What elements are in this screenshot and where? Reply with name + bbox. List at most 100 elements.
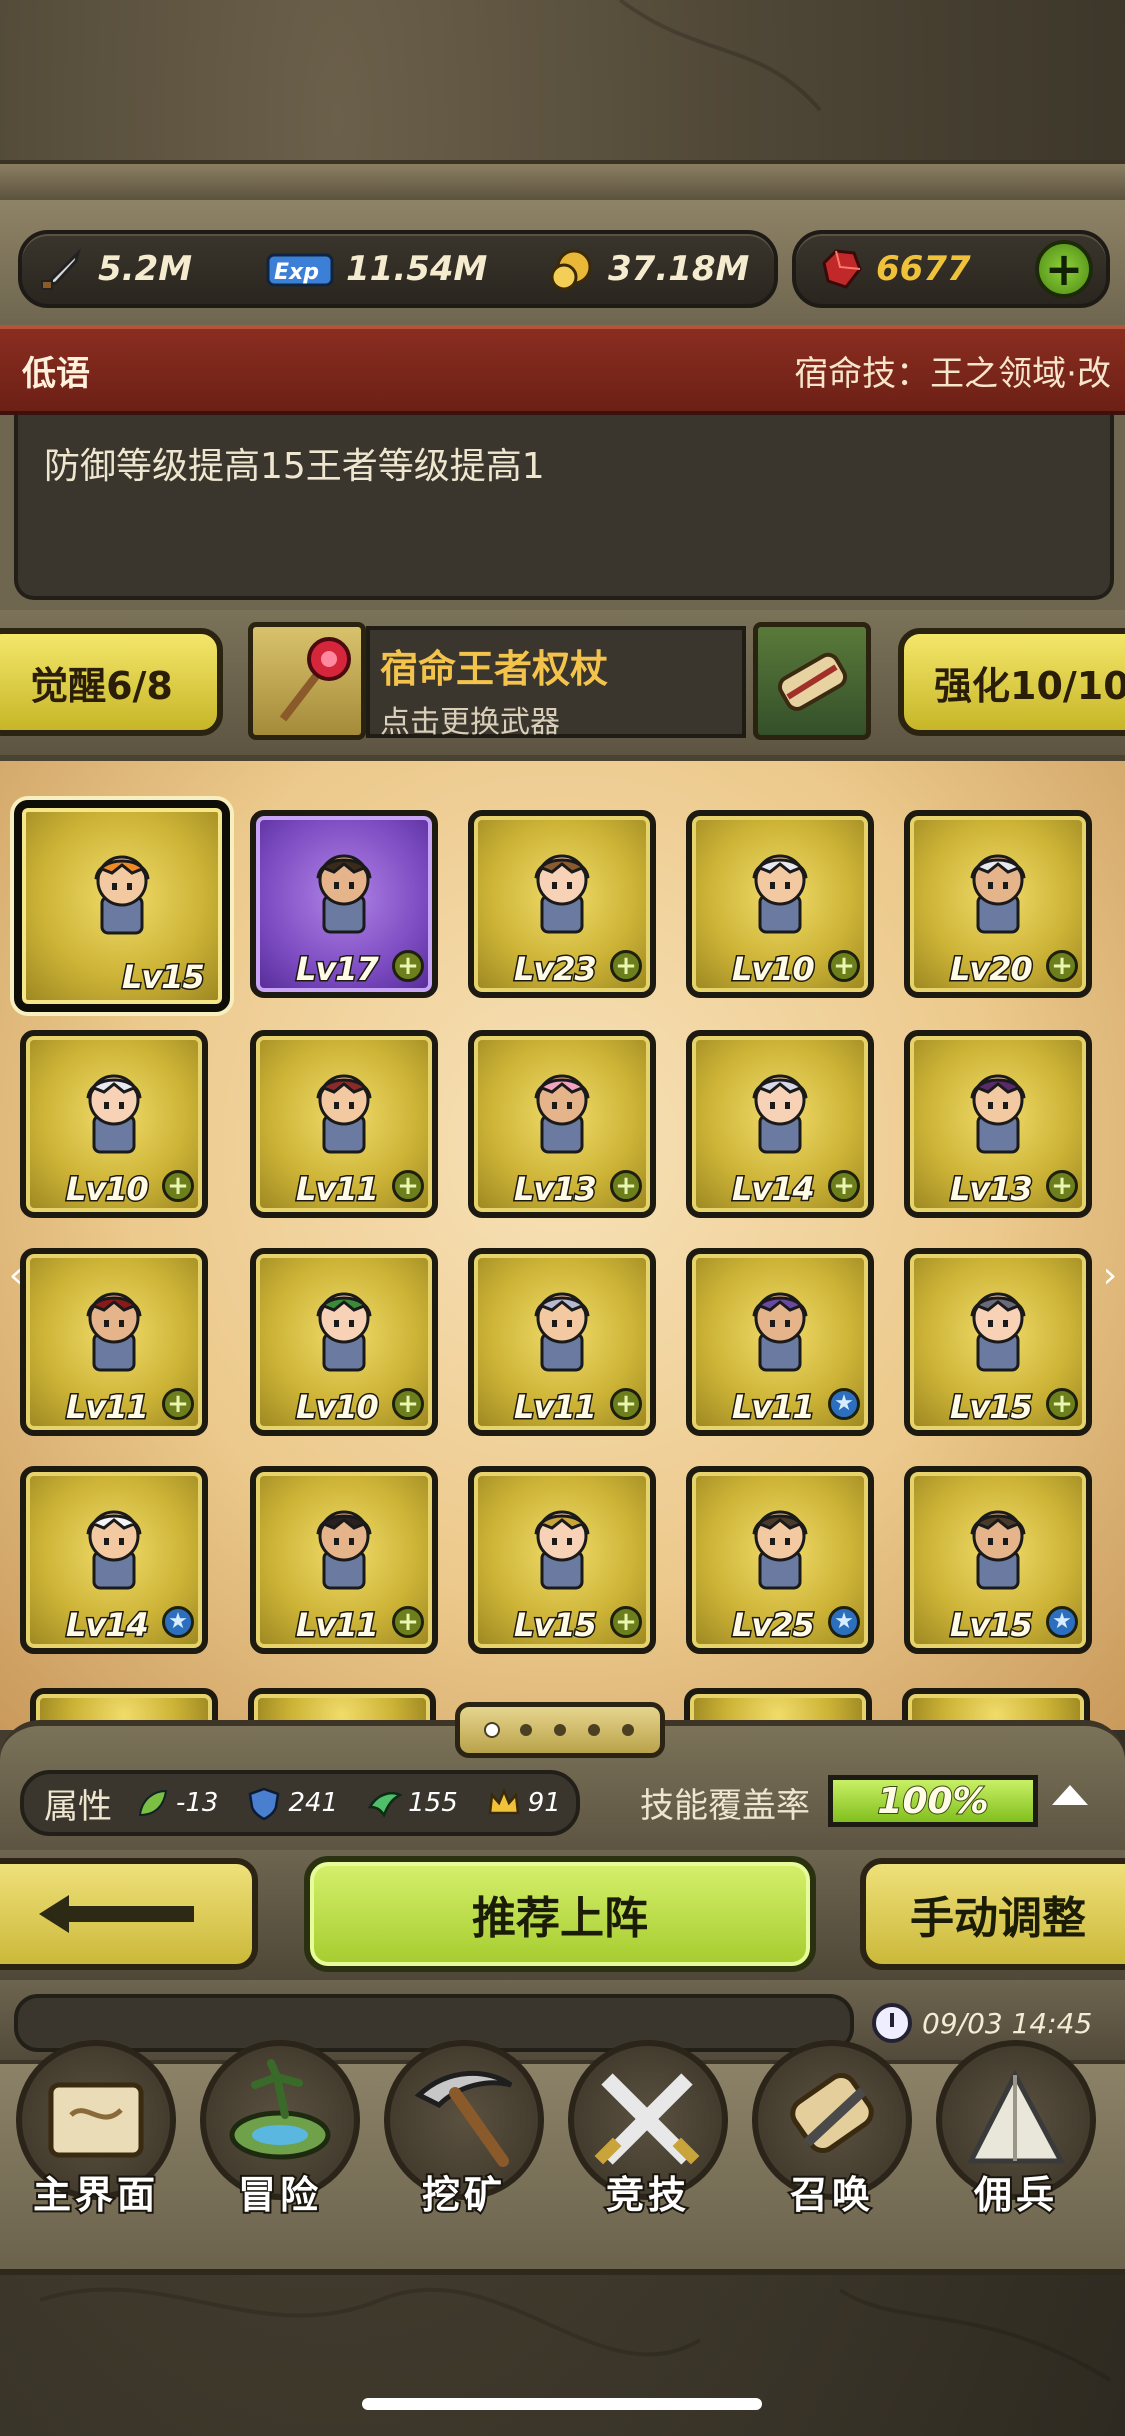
speed-stat: 155 (366, 1785, 458, 1821)
hero-portrait-icon (534, 854, 590, 934)
hero-portrait-icon (316, 1292, 372, 1372)
hero-card[interactable]: Lv14 ★ (20, 1466, 208, 1654)
crown-icon (488, 1787, 520, 1815)
hero-card[interactable]: Lv15 ★ (904, 1466, 1092, 1654)
page-indicator[interactable] (455, 1702, 665, 1758)
hero-card[interactable]: Lv11 + (20, 1248, 208, 1436)
weapon-info[interactable]: 宿命王者权杖 点击更换武器 (366, 626, 746, 740)
upgrade-plus-icon: + (610, 1388, 642, 1420)
speed-value: 155 (408, 1788, 458, 1818)
hero-portrait-icon (970, 1292, 1026, 1372)
nav-item-3[interactable]: 竞技 (558, 2040, 738, 2250)
skill-coverage-value: 100% (876, 1780, 989, 1823)
home-indicator[interactable] (362, 2398, 762, 2410)
hero-level: Lv23 (513, 949, 599, 990)
hero-level: Lv25 (731, 1605, 817, 1646)
hero-portrait-icon (86, 1292, 142, 1372)
nav-item-5[interactable]: 佣兵 (926, 2040, 1106, 2250)
weapon-slot[interactable] (248, 622, 366, 740)
hero-portrait-icon (970, 1510, 1026, 1590)
exp-value: 11.54M (346, 249, 488, 289)
awaken-button[interactable]: 觉醒6/8 (0, 628, 223, 736)
hero-card[interactable]: Lv11 + (250, 1466, 438, 1654)
hero-card[interactable]: Lv15 (14, 800, 230, 1012)
datetime-text: 09/03 14:45 (922, 2006, 1093, 2040)
attribute-label: 属性 (44, 1786, 112, 1827)
attack-value: 5.2M (98, 249, 193, 289)
nav-item-1[interactable]: 冒险 (190, 2040, 370, 2250)
next-page-arrow[interactable]: › (1098, 1255, 1122, 1296)
recommend-lineup-button[interactable]: 推荐上阵 (304, 1856, 816, 1972)
exp-icon-text: Exp (274, 260, 319, 285)
hero-card[interactable]: Lv11 + (250, 1030, 438, 1218)
hero-card[interactable]: Lv23 + (468, 810, 656, 998)
hero-card[interactable]: Lv10 + (250, 1248, 438, 1436)
hero-title-bar: 低语 宿命技：王之领域·改 (0, 325, 1125, 415)
upgrade-plus-icon: + (392, 1388, 424, 1420)
star-badge-icon: ★ (162, 1606, 194, 1638)
effect-description-text: 防御等级提高15王者等级提高1 (44, 446, 545, 487)
hero-card[interactable]: Lv15 + (904, 1248, 1092, 1436)
nav-item-0[interactable]: 主界面 (6, 2040, 186, 2250)
hero-portrait-icon (970, 854, 1026, 934)
hero-level: Lv13 (513, 1169, 599, 1210)
manual-adjust-button[interactable]: 手动调整 (860, 1858, 1125, 1970)
page-dot[interactable] (622, 1724, 634, 1736)
hero-level: Lv11 (513, 1387, 599, 1428)
attack-resource: 5.2M (36, 238, 192, 300)
hero-level: Lv11 (731, 1387, 817, 1428)
star-badge-icon: ★ (1046, 1606, 1078, 1638)
hero-card[interactable]: Lv13 + (904, 1030, 1092, 1218)
hero-card[interactable]: Lv10 + (686, 810, 874, 998)
hero-portrait-icon (86, 1510, 142, 1590)
crown-value: 91 (527, 1788, 561, 1818)
upgrade-plus-icon: + (1046, 950, 1078, 982)
nav-label: 召唤 (788, 2171, 874, 2219)
hero-card[interactable]: Lv11 ★ (686, 1248, 874, 1436)
hero-card[interactable]: Lv10 + (20, 1030, 208, 1218)
hero-card[interactable]: Lv15 + (468, 1466, 656, 1654)
hero-portrait-icon (970, 1074, 1026, 1154)
hero-card[interactable]: Lv13 + (468, 1030, 656, 1218)
red-gem-icon (814, 243, 866, 295)
skill-coverage-label: 技能覆盖率 (640, 1786, 810, 1826)
hero-card[interactable]: Lv20 + (904, 810, 1092, 998)
page-dot[interactable] (554, 1724, 566, 1736)
page-dot[interactable] (486, 1724, 498, 1736)
upgrade-plus-icon: + (828, 1170, 860, 1202)
hero-level: Lv20 (949, 949, 1035, 990)
weapon-name: 宿命王者权杖 (380, 647, 609, 691)
skill-scroll-slot[interactable] (753, 622, 871, 740)
upgrade-plus-icon: + (162, 1170, 194, 1202)
nav-item-4[interactable]: 召唤 (742, 2040, 922, 2250)
page-dot[interactable] (588, 1724, 600, 1736)
hero-level: Lv15 (949, 1605, 1035, 1646)
hero-level: Lv10 (295, 1387, 381, 1428)
hero-level: Lv15 (513, 1605, 599, 1646)
back-button[interactable] (0, 1858, 258, 1970)
exp-resource: Exp 11.54M (262, 238, 487, 300)
expand-up-icon[interactable] (1052, 1785, 1088, 1805)
fate-skill-label[interactable]: 宿命技：王之领域·改 (794, 346, 1111, 395)
page-dot[interactable] (520, 1724, 532, 1736)
add-gems-button[interactable]: + (1035, 240, 1093, 298)
hero-card[interactable]: Lv14 + (686, 1030, 874, 1218)
hero-card[interactable]: Lv17 + (250, 810, 438, 998)
hero-card[interactable]: Lv25 ★ (686, 1466, 874, 1654)
upgrade-plus-icon: + (392, 1606, 424, 1638)
enhance-button[interactable]: 强化10/10 (898, 628, 1125, 736)
upgrade-plus-icon: + (610, 1606, 642, 1638)
back-arrow-icon (39, 1895, 194, 1933)
nav-item-2[interactable]: 挖矿 (374, 2040, 554, 2250)
hero-level: Lv15 (949, 1387, 1035, 1428)
skill-coverage-bar: 100% (828, 1775, 1038, 1827)
upgrade-plus-icon: + (610, 950, 642, 982)
hero-portrait-icon (316, 1074, 372, 1154)
nature-value: -13 (176, 1788, 219, 1818)
wing-icon (367, 1791, 403, 1818)
scroll-icon (777, 652, 848, 711)
hero-portrait-icon (534, 1292, 590, 1372)
hero-level: Lv15 (121, 957, 207, 998)
hero-card[interactable]: Lv11 + (468, 1248, 656, 1436)
defense-value: 241 (288, 1788, 339, 1818)
